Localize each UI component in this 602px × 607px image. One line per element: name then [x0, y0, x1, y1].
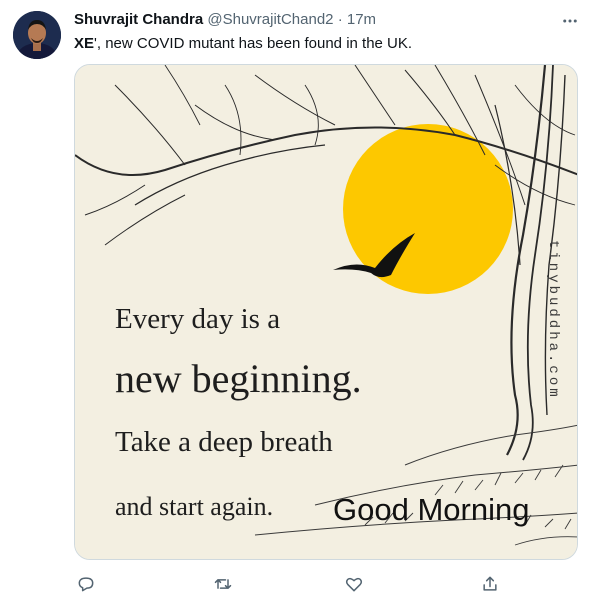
reply-icon[interactable] [74, 572, 98, 596]
timestamp[interactable]: 17m [347, 11, 376, 28]
quote-line-3: Take a deep breath [115, 426, 333, 458]
good-morning-overlay: Good Morning [333, 492, 530, 527]
share-icon[interactable] [478, 572, 502, 596]
tweet-text: XE', new COVID mutant has been found in … [74, 35, 412, 52]
tweet-text-bold: XE [74, 35, 95, 52]
tweet-header: Shuvrajit Chandra @ShuvrajitChand2 · 17m [74, 11, 376, 28]
avatar[interactable] [13, 11, 61, 59]
author-name[interactable]: Shuvrajit Chandra [74, 11, 203, 28]
watermark-text: tinybuddha.com [545, 240, 561, 400]
quote-line-4: and start again. [115, 492, 274, 521]
more-options-icon[interactable] [558, 9, 582, 33]
avatar-image [13, 11, 61, 59]
quote-line-2: new beginning. [115, 356, 362, 401]
tweet[interactable]: Shuvrajit Chandra @ShuvrajitChand2 · 17m… [0, 0, 602, 607]
quote-line-1: Every day is a [115, 303, 281, 335]
author-handle[interactable]: @ShuvrajitChand2 [207, 11, 333, 28]
like-icon[interactable] [342, 572, 366, 596]
tweet-image[interactable]: Every day is a new beginning. Take a dee… [74, 64, 578, 560]
tweet-actions [74, 572, 504, 596]
retweet-icon[interactable] [211, 572, 235, 596]
tweet-text-rest: ', new COVID mutant has been found in th… [94, 35, 413, 52]
separator: · [337, 11, 343, 28]
